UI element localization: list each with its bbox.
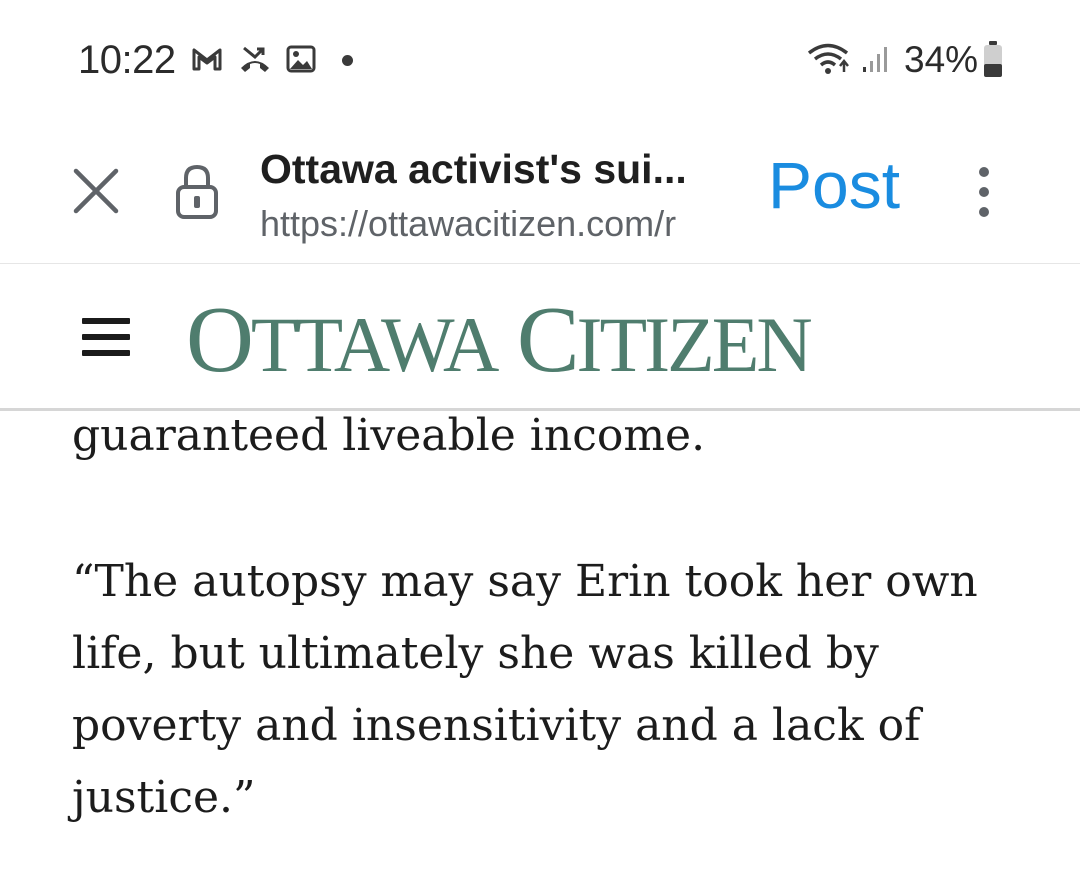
custom-tab-toolbar: Ottawa activist's sui... https://ottawac… bbox=[0, 120, 1080, 264]
status-time: 10:22 bbox=[78, 38, 176, 82]
signal-icon bbox=[863, 47, 887, 72]
missed-call-icon bbox=[241, 46, 269, 72]
logo-initial-2: C bbox=[516, 288, 580, 392]
logo-rest-2: ITIZEN bbox=[576, 301, 813, 388]
battery-icon bbox=[984, 41, 1002, 77]
wifi-icon bbox=[807, 43, 849, 74]
close-icon[interactable] bbox=[70, 165, 122, 217]
notification-dot bbox=[342, 55, 353, 66]
logo-initial-1: O bbox=[186, 288, 254, 392]
logo-rest-1: TTAWA bbox=[250, 301, 499, 388]
article-paragraph: “The autopsy may say Erin took her own l… bbox=[72, 556, 978, 823]
page-url[interactable]: https://ottawacitizen.com/r bbox=[260, 202, 736, 246]
post-button[interactable]: Post bbox=[768, 146, 900, 224]
page-title[interactable]: Ottawa activist's sui... bbox=[260, 144, 687, 194]
status-bar: 10:22 34% bbox=[0, 0, 1080, 120]
lock-icon[interactable] bbox=[172, 162, 222, 222]
battery-percent: 34% bbox=[904, 39, 979, 80]
more-vert-icon[interactable] bbox=[970, 164, 998, 220]
site-logo[interactable]: OTTAWA CITIZEN bbox=[186, 288, 813, 395]
gallery-icon bbox=[286, 45, 316, 73]
gmail-icon bbox=[192, 48, 222, 71]
article-body: guaranteed liveable income. “The autopsy… bbox=[72, 400, 1032, 834]
hamburger-icon[interactable] bbox=[82, 318, 130, 356]
site-header: OTTAWA CITIZEN bbox=[0, 264, 1080, 411]
